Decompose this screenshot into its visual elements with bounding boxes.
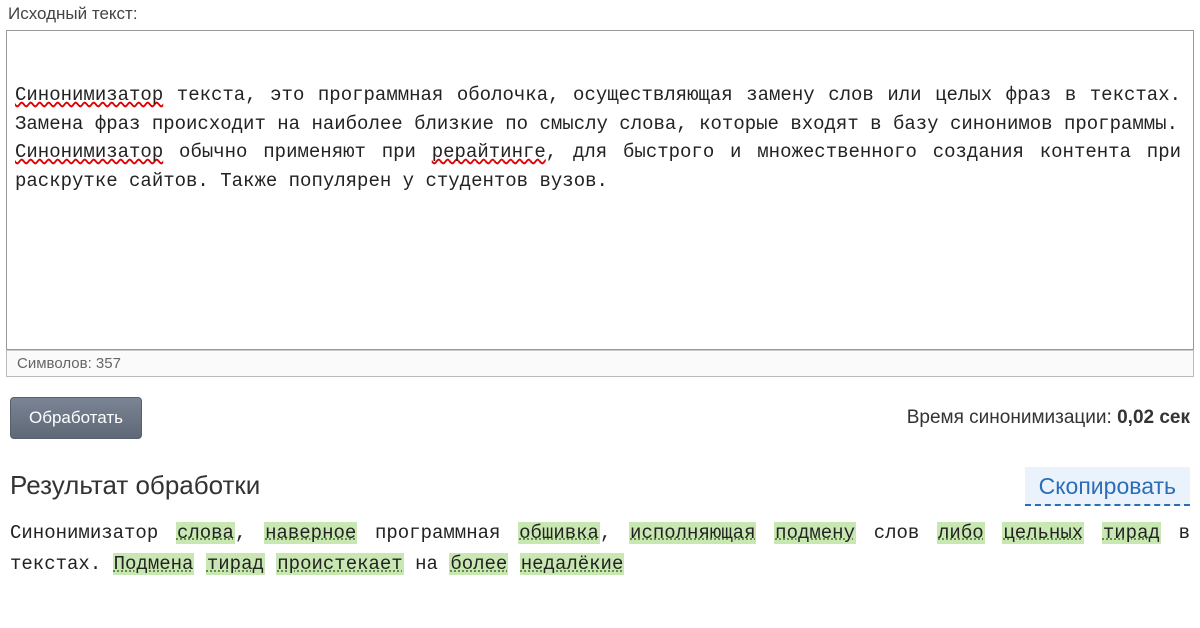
- counter-value: 357: [96, 355, 121, 372]
- synonym-highlight[interactable]: обшивка: [518, 522, 600, 544]
- input-label: Исходный текст:: [0, 0, 1200, 28]
- text-segment: ,: [600, 522, 629, 544]
- text-segment: [985, 522, 1003, 544]
- paragraph-2: Синонимизатор обычно применяют при рерай…: [15, 138, 1181, 195]
- synonym-highlight[interactable]: Подмена: [113, 553, 195, 575]
- synonym-highlight[interactable]: исполняющая: [629, 522, 756, 544]
- text-segment: ,: [235, 522, 264, 544]
- paragraph-1: Синонимизатор текста, это программная об…: [15, 81, 1181, 138]
- text-segment: [265, 553, 276, 575]
- synonym-highlight[interactable]: тирад: [206, 553, 265, 575]
- synonym-highlight[interactable]: проистекает: [276, 553, 403, 575]
- text-segment: [508, 553, 519, 575]
- action-row: Обработать Время синонимизации: 0,02 сек: [0, 377, 1200, 453]
- synonym-highlight[interactable]: тирад: [1102, 522, 1161, 544]
- synonym-highlight[interactable]: цельных: [1002, 522, 1084, 544]
- process-button[interactable]: Обработать: [10, 397, 142, 439]
- result-text: Синонимизатор слова, наверное программна…: [0, 512, 1200, 581]
- text-segment: [1084, 522, 1102, 544]
- text-segment: программная: [357, 522, 518, 544]
- counter-label: Символов:: [17, 355, 92, 372]
- spellcheck-word: рерайтинге: [432, 141, 546, 163]
- synonym-highlight[interactable]: наверное: [264, 522, 357, 544]
- synonym-highlight[interactable]: либо: [937, 522, 985, 544]
- text-segment: обычно применяют при: [163, 141, 432, 163]
- result-header: Результат обработки Скопировать: [0, 453, 1200, 512]
- timing-label: Время синонимизации:: [907, 407, 1117, 428]
- text-segment: текста, это программная оболочка, осущес…: [15, 84, 1181, 135]
- source-text-content[interactable]: Синонимизатор текста, это программная об…: [7, 31, 1193, 349]
- character-counter: Символов: 357: [6, 350, 1194, 377]
- text-segment: на: [404, 553, 450, 575]
- synonym-highlight[interactable]: недалёкие: [520, 553, 625, 575]
- text-segment: [756, 522, 774, 544]
- result-title: Результат обработки: [10, 470, 260, 501]
- timing-info: Время синонимизации: 0,02 сек: [907, 407, 1190, 429]
- source-text-area[interactable]: Синонимизатор текста, это программная об…: [6, 30, 1194, 350]
- synonym-highlight[interactable]: слова: [176, 522, 235, 544]
- synonym-highlight[interactable]: подмену: [774, 522, 856, 544]
- spellcheck-word: Синонимизатор: [15, 84, 163, 106]
- timing-value: 0,02 сек: [1117, 407, 1190, 428]
- copy-button[interactable]: Скопировать: [1025, 467, 1190, 506]
- spellcheck-word: Синонимизатор: [15, 141, 163, 163]
- text-segment: [194, 553, 205, 575]
- text-segment: Синонимизатор: [10, 522, 176, 544]
- synonym-highlight[interactable]: более: [449, 553, 508, 575]
- text-segment: слов: [856, 522, 937, 544]
